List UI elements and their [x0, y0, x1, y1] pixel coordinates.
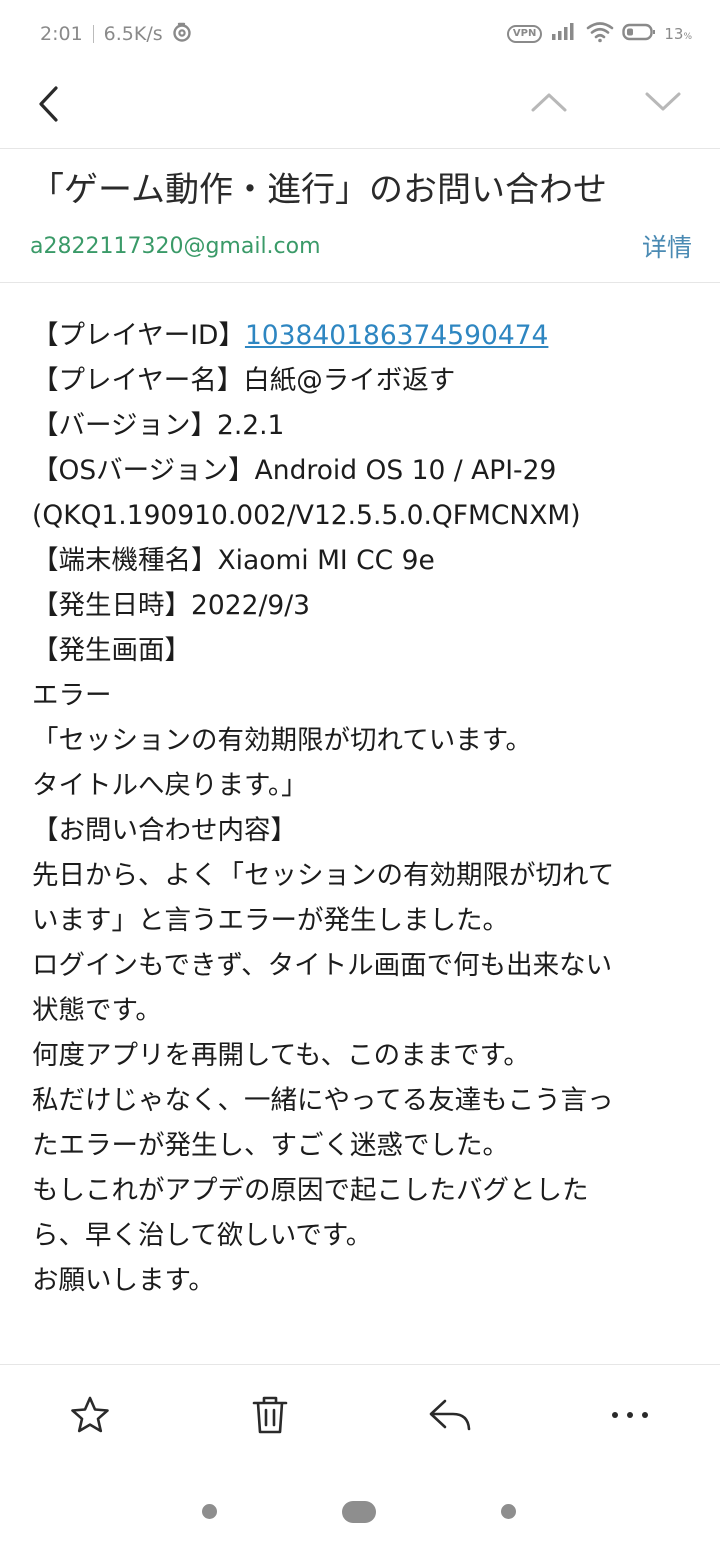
- chevron-up-icon: [531, 93, 567, 112]
- battery-percent: 13%: [664, 25, 692, 43]
- body-line: たエラーが発生し、すごく迷惑でした。: [32, 1130, 509, 1161]
- previous-email-button[interactable]: [527, 82, 571, 122]
- delete-button[interactable]: [245, 1390, 295, 1440]
- body-line: お願いします。: [32, 1265, 215, 1296]
- system-nav-bar: [0, 1490, 720, 1534]
- status-left: 2:01 6.5K/s: [40, 21, 193, 48]
- status-bar: 2:01 6.5K/s VPN 13%: [0, 0, 720, 68]
- body-line: 私だけじゃなく、一緒にやってる友達もこう言っ: [32, 1085, 614, 1116]
- body-line: もしこれがアプデの原因で起こしたバグとした: [32, 1175, 589, 1206]
- star-icon: [71, 1396, 109, 1433]
- signal-icon: [550, 22, 578, 47]
- player-id-link[interactable]: 103840186374590474: [245, 320, 548, 351]
- header-divider: [0, 282, 720, 283]
- chevron-down-icon: [645, 92, 681, 111]
- body-line: 「セッションの有効期限が切れています。: [32, 725, 533, 756]
- body-line: 【発生画面】: [32, 635, 191, 666]
- email-subject: 「ゲーム動作・進行」のお問い合わせ: [30, 170, 607, 210]
- body-line: 【端末機種名】Xiaomi MI CC 9e: [32, 545, 435, 576]
- player-id-label: 【プレイヤーID】: [32, 320, 245, 351]
- body-line: ら、早く治して欲しいです。: [32, 1220, 373, 1251]
- body-line: 状態です。: [32, 995, 162, 1026]
- status-right: VPN 13%: [506, 21, 692, 48]
- player-id-line: 【プレイヤーID】103840186374590474: [32, 313, 696, 358]
- body-line: エラー: [32, 680, 112, 711]
- toolbar-divider: [0, 1364, 720, 1365]
- recents-button[interactable]: [202, 1504, 217, 1519]
- chevron-left-icon: [39, 86, 58, 122]
- body-line: 【発生日時】2022/9/3: [32, 590, 311, 621]
- details-link[interactable]: 详情: [642, 228, 692, 264]
- body-line: 【OSバージョン】Android OS 10 / API-29: [32, 455, 557, 486]
- reply-button[interactable]: [425, 1390, 475, 1440]
- more-button[interactable]: [605, 1390, 655, 1440]
- sender-row: a2822117320@gmail.com 详情: [30, 225, 692, 267]
- back-button[interactable]: [28, 80, 68, 128]
- email-body: 【プレイヤーID】103840186374590474 【プレイヤー名】白紙@ラ…: [32, 313, 696, 1303]
- battery-icon: [622, 22, 656, 47]
- nav-bar: [0, 68, 720, 149]
- body-line: 先日から、よく「セッションの有効期限が切れて: [32, 860, 615, 891]
- wifi-icon: [586, 21, 614, 48]
- body-line: タイトルへ戻ります。」: [32, 770, 308, 801]
- body-line: (QKQ1.190910.002/V12.5.5.0.QFMCNXM): [32, 500, 581, 531]
- sender-email[interactable]: a2822117320@gmail.com: [30, 234, 321, 259]
- more-icon: [612, 1412, 648, 1418]
- home-button[interactable]: [342, 1501, 376, 1523]
- bottom-toolbar: [0, 1380, 720, 1450]
- status-separator: [92, 25, 94, 43]
- status-net-speed: 6.5K/s: [103, 23, 163, 45]
- system-back-button[interactable]: [501, 1504, 516, 1519]
- body-line: ログインもできず、タイトル画面で何も出来ない: [32, 950, 613, 981]
- reply-icon: [429, 1399, 471, 1431]
- body-line: 何度アプリを再開しても、このままです。: [32, 1040, 530, 1071]
- body-line: 【バージョン】2.2.1: [32, 410, 285, 441]
- body-line: います」と言うエラーが発生しました。: [32, 905, 509, 936]
- notification-app-icon: [171, 21, 193, 48]
- vpn-icon: VPN: [506, 25, 543, 43]
- body-line: 【お問い合わせ内容】: [32, 815, 297, 846]
- status-time: 2:01: [40, 23, 83, 45]
- trash-icon: [252, 1396, 288, 1434]
- body-line: 【プレイヤー名】白紙@ライボ返す: [32, 365, 456, 396]
- star-button[interactable]: [65, 1390, 115, 1440]
- next-email-button[interactable]: [641, 82, 685, 122]
